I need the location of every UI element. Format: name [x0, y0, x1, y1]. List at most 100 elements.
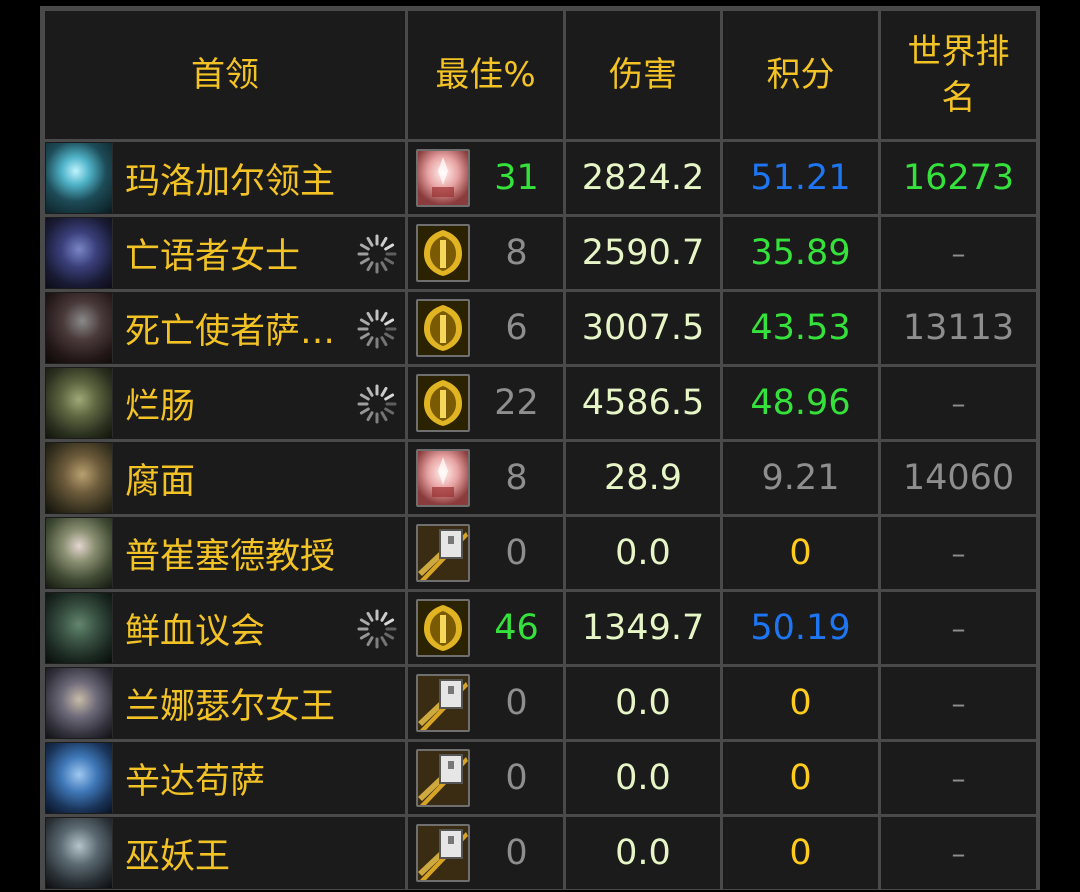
score-value: 50.19 — [723, 592, 878, 664]
header-world-rank-label: 世界排名 — [907, 32, 1010, 118]
saurfang-portrait — [46, 293, 113, 363]
best-percent-value: 8 — [505, 458, 528, 498]
boss-name: 巫妖王 — [125, 836, 231, 877]
world-rank-value: – — [881, 367, 1036, 439]
best-percent-cell: 31 — [408, 142, 563, 214]
best-percent-cell: 22 — [408, 367, 563, 439]
best-percent-cell: 46 — [408, 592, 563, 664]
damage-value: 0.0 — [566, 817, 720, 889]
raid-rankings-board: 首领 最佳% 伤害 积分 世界排名 玛洛加尔领主 31 2824.2 51.21… — [40, 6, 1040, 890]
score-value: 0 — [723, 517, 878, 589]
header-damage[interactable]: 伤害 — [566, 11, 720, 139]
boss-cell[interactable]: 鲜血议会 — [45, 592, 405, 664]
blood-council-portrait — [46, 593, 113, 663]
boss-name: 死亡使者萨… — [125, 311, 336, 352]
hammer-icon — [416, 524, 470, 582]
header-row: 首领 最佳% 伤害 积分 世界排名 — [45, 11, 1036, 139]
damage-value: 1349.7 — [566, 592, 720, 664]
best-percent-value: 0 — [505, 533, 528, 573]
best-percent-value: 0 — [505, 758, 528, 798]
damage-value: 4586.5 — [566, 367, 720, 439]
best-percent-value: 8 — [505, 233, 528, 273]
world-rank-value: – — [881, 667, 1036, 739]
sindragosa-portrait — [46, 743, 113, 813]
best-percent-cell: 0 — [408, 667, 563, 739]
best-percent-value: 0 — [505, 833, 528, 873]
deathwhisper-portrait — [46, 218, 113, 288]
world-rank-value: 13113 — [881, 292, 1036, 364]
best-percent-cell: 6 — [408, 292, 563, 364]
boss-row[interactable]: 腐面 8 28.9 9.21 14060 — [45, 442, 1036, 514]
hammer-icon — [416, 749, 470, 807]
score-value: 35.89 — [723, 217, 878, 289]
header-boss[interactable]: 首领 — [45, 11, 405, 139]
rotface-portrait — [46, 368, 113, 438]
boss-cell[interactable]: 普崔塞德教授 — [45, 517, 405, 589]
score-value: 9.21 — [723, 442, 878, 514]
world-rank-value: – — [881, 217, 1036, 289]
gold-shield-icon — [416, 299, 470, 357]
score-value: 0 — [723, 667, 878, 739]
boss-row[interactable]: 玛洛加尔领主 31 2824.2 51.21 16273 — [45, 142, 1036, 214]
boss-row[interactable]: 巫妖王 0 0.0 0 – — [45, 817, 1036, 889]
boss-row[interactable]: 死亡使者萨… 6 3007.5 43.53 13113 — [45, 292, 1036, 364]
header-score[interactable]: 积分 — [723, 11, 878, 139]
boss-name: 鲜血议会 — [125, 611, 266, 652]
boss-row[interactable]: 普崔塞德教授 0 0.0 0 – — [45, 517, 1036, 589]
boss-name: 辛达苟萨 — [125, 761, 266, 802]
lanathel-portrait — [46, 668, 113, 738]
hammer-icon — [416, 674, 470, 732]
boss-row[interactable]: 兰娜瑟尔女王 0 0.0 0 – — [45, 667, 1036, 739]
loading-spinner-icon — [357, 384, 397, 424]
hammer-icon — [416, 824, 470, 882]
damage-value: 2824.2 — [566, 142, 720, 214]
boss-name: 兰娜瑟尔女王 — [125, 686, 336, 727]
boss-row[interactable]: 鲜血议会 46 1349.7 50.19 – — [45, 592, 1036, 664]
best-percent-value: 31 — [494, 158, 539, 198]
boss-row[interactable]: 辛达苟萨 0 0.0 0 – — [45, 742, 1036, 814]
best-percent-value: 46 — [494, 608, 539, 648]
world-rank-value: – — [881, 742, 1036, 814]
best-percent-cell: 0 — [408, 517, 563, 589]
best-percent-cell: 0 — [408, 817, 563, 889]
boss-cell[interactable]: 烂肠 — [45, 367, 405, 439]
damage-value: 2590.7 — [566, 217, 720, 289]
boss-cell[interactable]: 腐面 — [45, 442, 405, 514]
damage-value: 0.0 — [566, 517, 720, 589]
boss-cell[interactable]: 玛洛加尔领主 — [45, 142, 405, 214]
boss-cell[interactable]: 亡语者女士 — [45, 217, 405, 289]
score-value: 48.96 — [723, 367, 878, 439]
score-value: 0 — [723, 742, 878, 814]
lich-king-portrait — [46, 818, 113, 888]
boss-row[interactable]: 亡语者女士 8 2590.7 35.89 – — [45, 217, 1036, 289]
header-world-rank[interactable]: 世界排名 — [881, 11, 1036, 139]
loading-spinner-icon — [357, 309, 397, 349]
damage-value: 0.0 — [566, 742, 720, 814]
header-best-percent[interactable]: 最佳% — [408, 11, 563, 139]
loading-spinner-icon — [357, 234, 397, 274]
score-value: 51.21 — [723, 142, 878, 214]
boss-cell[interactable]: 死亡使者萨… — [45, 292, 405, 364]
best-percent-value: 0 — [505, 683, 528, 723]
gold-shield-icon — [416, 224, 470, 282]
world-rank-value: – — [881, 592, 1036, 664]
boss-name: 烂肠 — [125, 386, 196, 427]
ice-skeleton-portrait — [46, 143, 113, 213]
best-percent-cell: 8 — [408, 217, 563, 289]
damage-value: 3007.5 — [566, 292, 720, 364]
gold-shield-icon — [416, 599, 470, 657]
holy-priest-icon — [416, 149, 470, 207]
boss-name: 亡语者女士 — [125, 236, 301, 277]
boss-row[interactable]: 烂肠 22 4586.5 48.96 – — [45, 367, 1036, 439]
rankings-table: 首领 最佳% 伤害 积分 世界排名 玛洛加尔领主 31 2824.2 51.21… — [42, 8, 1039, 892]
boss-cell[interactable]: 辛达苟萨 — [45, 742, 405, 814]
boss-cell[interactable]: 巫妖王 — [45, 817, 405, 889]
best-percent-cell: 8 — [408, 442, 563, 514]
damage-value: 28.9 — [566, 442, 720, 514]
boss-cell[interactable]: 兰娜瑟尔女王 — [45, 667, 405, 739]
best-percent-cell: 0 — [408, 742, 563, 814]
holy-priest-icon — [416, 449, 470, 507]
festergut-portrait — [46, 443, 113, 513]
putricide-portrait — [46, 518, 113, 588]
score-value: 0 — [723, 817, 878, 889]
